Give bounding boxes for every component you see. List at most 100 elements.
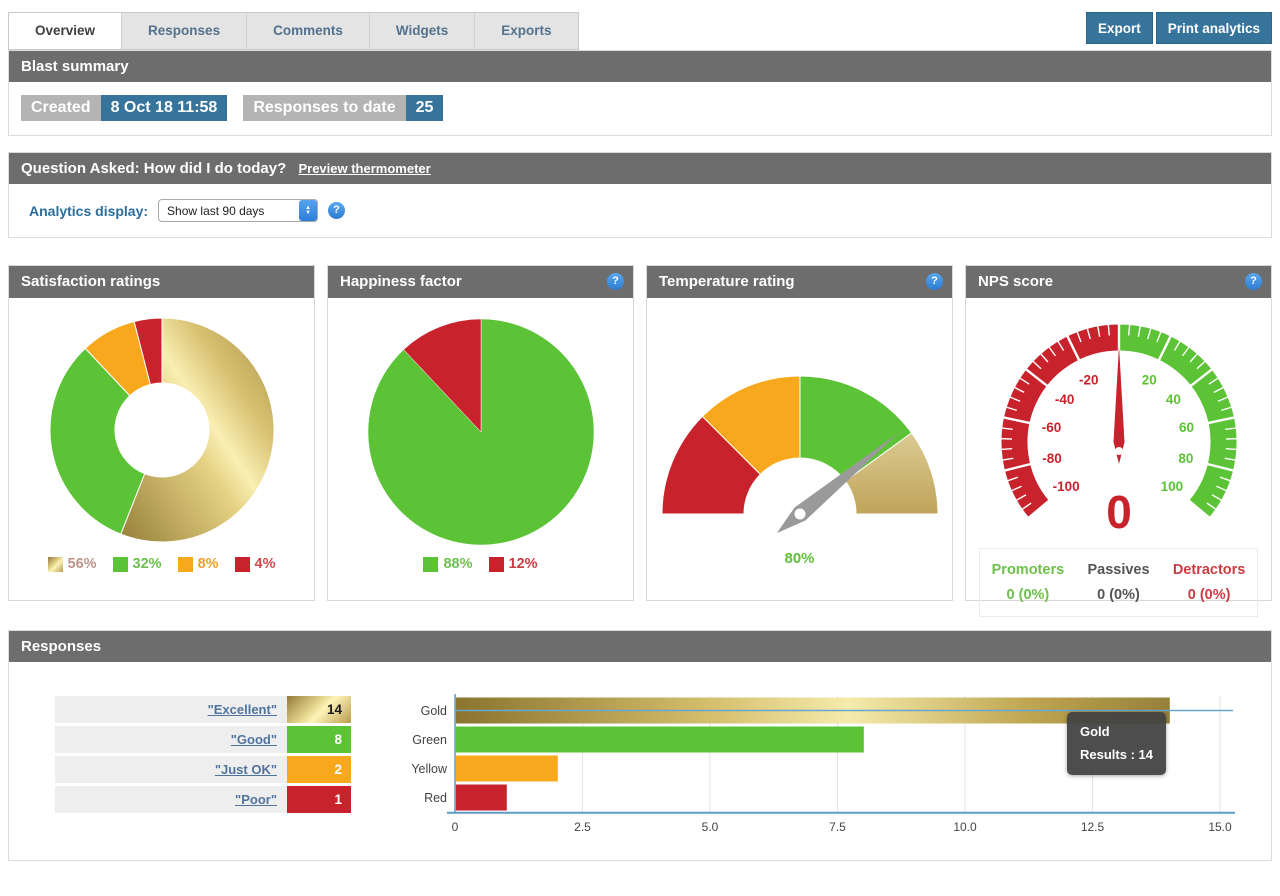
- detractors-value: 0 (0%): [1173, 583, 1246, 608]
- gauge-tick-label: -80: [1042, 451, 1062, 466]
- happiness-pie-chart[interactable]: [331, 302, 631, 554]
- gauge-tick-label: 100: [1160, 479, 1183, 494]
- responses-bar-chart[interactable]: GoldGreenYellowRed02.55.07.510.012.515.0…: [395, 690, 1261, 840]
- passives-value: 0 (0%): [1087, 583, 1149, 608]
- category-label: Yellow: [411, 762, 448, 776]
- bar-green[interactable]: [456, 727, 864, 753]
- responses-header: Responses: [9, 631, 1271, 662]
- gauge-tick-label: -40: [1054, 392, 1074, 407]
- responses-section: Responses "Excellent" 14 "Good" 8 "Just …: [8, 630, 1272, 861]
- needle-pivot: [794, 509, 805, 520]
- happiness-panel-header: Happiness factor ?: [328, 266, 633, 298]
- question-header: Question Asked: How did I do today? Prev…: [9, 153, 1271, 184]
- excellent-label-cell: "Excellent": [55, 696, 287, 723]
- analytics-page: Overview Responses Comments Widgets Expo…: [8, 0, 1272, 861]
- help-icon[interactable]: ?: [328, 202, 345, 219]
- responses-table: "Excellent" 14 "Good" 8 "Just OK" 2 "Poo…: [55, 696, 351, 840]
- x-tick-label: 7.5: [829, 820, 846, 834]
- tab-overview[interactable]: Overview: [9, 13, 121, 49]
- yellow-swatch-icon: [178, 557, 193, 572]
- excellent-link[interactable]: "Excellent": [208, 702, 277, 717]
- preview-thermometer-link[interactable]: Preview thermometer: [298, 161, 430, 176]
- x-tick-label: 2.5: [574, 820, 591, 834]
- blast-summary-badges: Created8 Oct 18 11:58 Responses to date2…: [9, 82, 1271, 135]
- help-icon[interactable]: ?: [1245, 273, 1262, 290]
- detractors-label: Detractors: [1173, 558, 1246, 583]
- legend-item-red[interactable]: 4%: [235, 556, 276, 572]
- created-value: 8 Oct 18 11:58: [101, 95, 228, 121]
- tab-responses[interactable]: Responses: [121, 13, 246, 49]
- just-ok-label-cell: "Just OK": [55, 756, 287, 783]
- red-swatch-icon: [489, 557, 504, 572]
- gauge-tick-label: -20: [1078, 372, 1098, 387]
- passives-label: Passives: [1087, 558, 1149, 583]
- export-button[interactable]: Export: [1086, 12, 1153, 44]
- legend-item-gold[interactable]: 56%: [48, 556, 97, 572]
- print-analytics-button[interactable]: Print analytics: [1156, 12, 1272, 44]
- just-ok-link[interactable]: "Just OK": [215, 762, 277, 777]
- legend-item-yellow[interactable]: 8%: [178, 556, 219, 572]
- gauge-tick-label: 60: [1178, 420, 1193, 435]
- temperature-gauge-chart[interactable]: [650, 302, 950, 534]
- satisfaction-donut-chart[interactable]: [12, 302, 312, 554]
- just-ok-count-cell: 2: [287, 756, 351, 783]
- gauge-tick-label: 40: [1165, 392, 1180, 407]
- x-tick-label: 10.0: [953, 820, 977, 834]
- legend-label: 32%: [133, 556, 162, 572]
- help-icon[interactable]: ?: [926, 273, 943, 290]
- bar-red[interactable]: [456, 785, 507, 811]
- responses-to-date-label: Responses to date: [243, 95, 405, 121]
- happiness-title: Happiness factor: [340, 273, 462, 290]
- category-label: Red: [424, 791, 447, 805]
- passives-stat: Passives 0 (0%): [1087, 558, 1149, 607]
- blast-summary-header: Blast summary: [9, 51, 1271, 82]
- temperature-value: 80%: [784, 550, 814, 567]
- tab-widgets[interactable]: Widgets: [369, 13, 474, 49]
- gauge-tick-label: 80: [1178, 451, 1193, 466]
- legend-label: 88%: [443, 556, 472, 572]
- legend-item-green[interactable]: 88%: [423, 556, 472, 572]
- gauge-needle: [1113, 346, 1124, 464]
- help-icon[interactable]: ?: [607, 273, 624, 290]
- satisfaction-panel-header: Satisfaction ratings: [9, 266, 314, 298]
- satisfaction-title: Satisfaction ratings: [21, 273, 160, 290]
- promoters-label: Promoters: [992, 558, 1065, 583]
- temperature-panel: Temperature rating ? 80%: [646, 265, 953, 601]
- poor-link[interactable]: "Poor": [235, 792, 277, 807]
- analytics-range-select[interactable]: Show last 90 days ▲▼: [158, 199, 318, 222]
- tab-comments[interactable]: Comments: [246, 13, 369, 49]
- gauge-tick: [1108, 324, 1109, 335]
- legend-item-red[interactable]: 12%: [489, 556, 538, 572]
- gauge-tick-label: -60: [1041, 420, 1061, 435]
- table-row: "Good" 8: [55, 726, 351, 753]
- tab-exports[interactable]: Exports: [474, 13, 577, 49]
- good-count-cell: 8: [287, 726, 351, 753]
- green-swatch-icon: [423, 557, 438, 572]
- poor-count-cell: 1: [287, 786, 351, 813]
- header-actions: Export Print analytics: [1086, 12, 1272, 44]
- nps-stats: Promoters 0 (0%) Passives 0 (0%) Detract…: [979, 548, 1258, 617]
- nps-dial-chart[interactable]: -20-40-60-80-100204060801000: [969, 302, 1269, 542]
- promoters-value: 0 (0%): [992, 583, 1065, 608]
- question-title: Question Asked: How did I do today?: [21, 160, 286, 177]
- satisfaction-legend: 56% 32% 8% 4%: [48, 556, 276, 572]
- bar-yellow[interactable]: [456, 756, 558, 782]
- analytics-range-value: Show last 90 days: [159, 204, 299, 218]
- chart-tooltip: Gold Results : 14: [1067, 712, 1166, 775]
- legend-label: 12%: [509, 556, 538, 572]
- legend-item-green[interactable]: 32%: [113, 556, 162, 572]
- table-row: "Just OK" 2: [55, 756, 351, 783]
- good-link[interactable]: "Good": [231, 732, 277, 747]
- detractors-stat: Detractors 0 (0%): [1173, 558, 1246, 607]
- created-badge: Created8 Oct 18 11:58: [21, 95, 227, 121]
- category-label: Gold: [421, 704, 447, 718]
- satisfaction-panel: Satisfaction ratings 56% 32% 8% 4%: [8, 265, 315, 601]
- gauge-tick-label: -100: [1052, 479, 1079, 494]
- gauge-tick-label: 20: [1141, 372, 1156, 387]
- top-bar: Overview Responses Comments Widgets Expo…: [8, 12, 1272, 50]
- good-label-cell: "Good": [55, 726, 287, 753]
- analytics-display-row: Analytics display: Show last 90 days ▲▼ …: [9, 184, 1271, 237]
- analytics-display-label: Analytics display:: [29, 203, 148, 219]
- legend-label: 8%: [198, 556, 219, 572]
- blast-summary-title: Blast summary: [21, 58, 129, 75]
